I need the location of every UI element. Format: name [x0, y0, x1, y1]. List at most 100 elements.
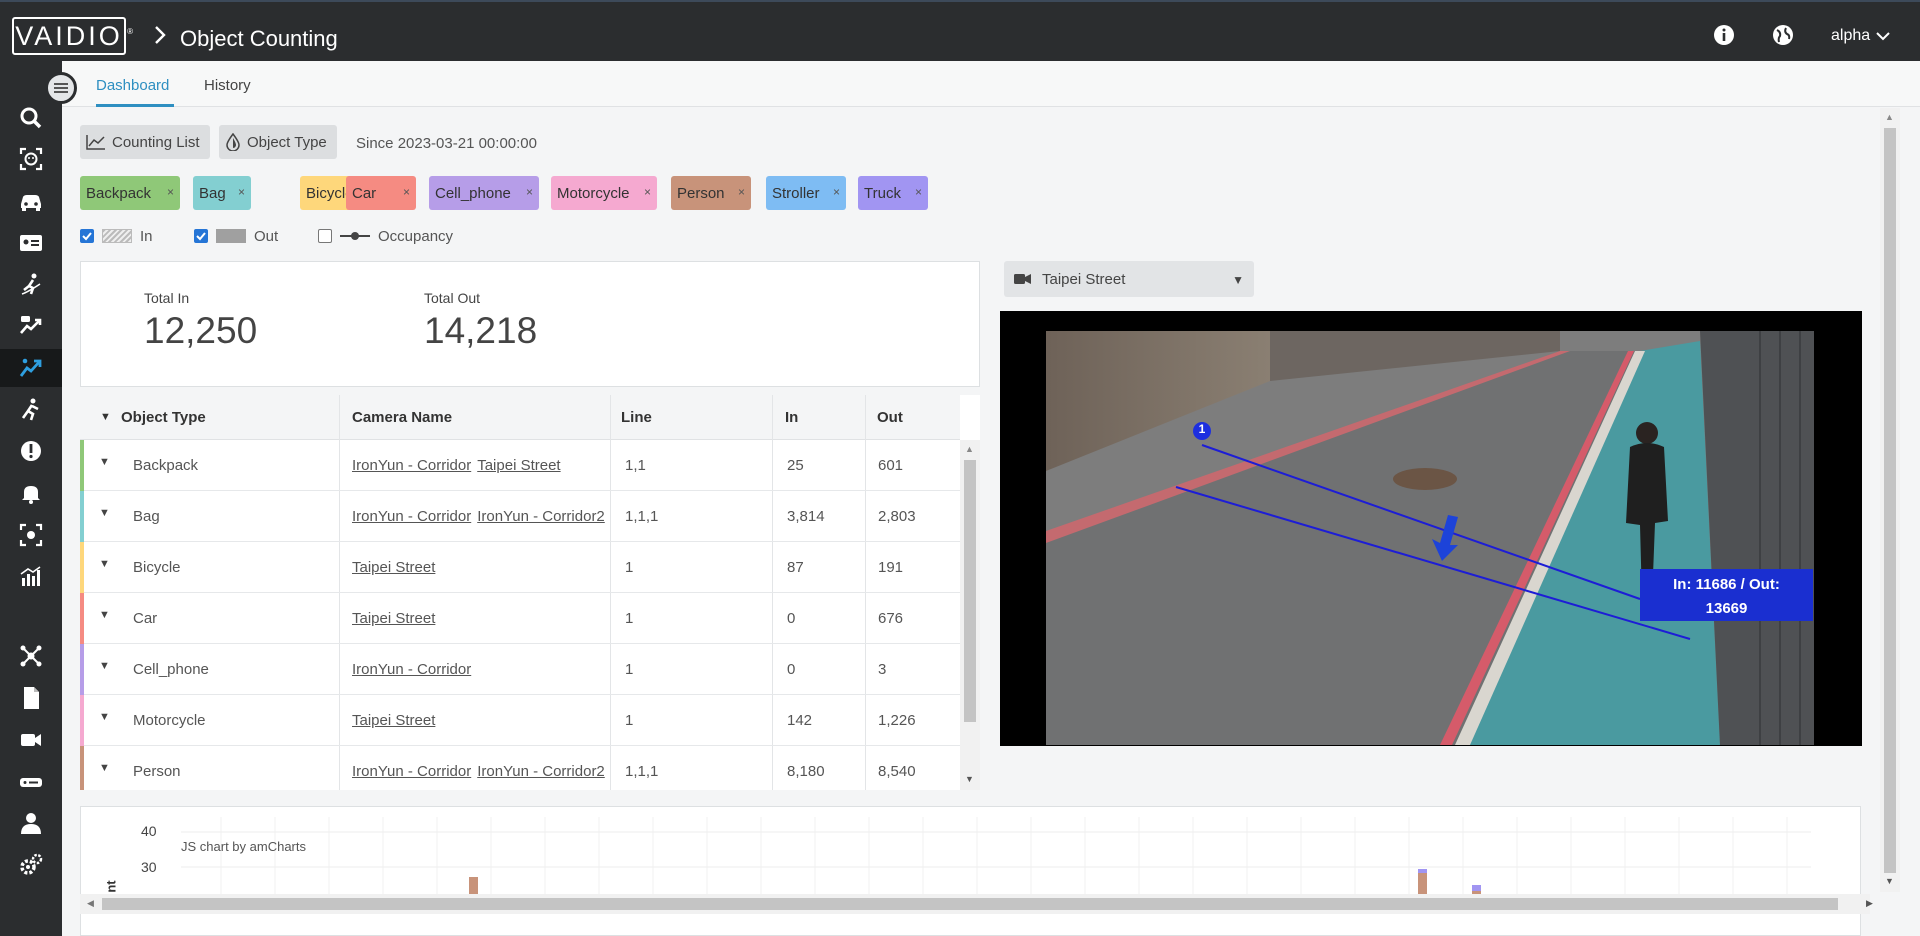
- chart-bar-truck[interactable]: [1418, 869, 1427, 873]
- sidebar-item-vehicle-counting[interactable]: [0, 307, 62, 345]
- filter-chip-truck[interactable]: Truck ×: [858, 176, 928, 210]
- filter-chip-backpack[interactable]: Backpack ×: [80, 176, 180, 210]
- camera-link[interactable]: IronYun - Corridor: [352, 763, 471, 780]
- table-row[interactable]: ▼ Bag IronYun - Corridor IronYun - Corridor…: [80, 491, 960, 542]
- remove-chip-icon[interactable]: ×: [167, 185, 174, 199]
- page-scrollbar[interactable]: ▲ ▼: [1880, 108, 1900, 892]
- camera-link[interactable]: Taipei Street: [352, 712, 435, 729]
- user-menu[interactable]: alpha: [1831, 27, 1890, 45]
- remove-chip-icon[interactable]: ×: [644, 185, 651, 199]
- sidebar-item-object-counting[interactable]: [0, 349, 62, 387]
- remove-chip-icon[interactable]: ×: [238, 185, 245, 199]
- sidebar-item-fall-detection[interactable]: [0, 391, 62, 429]
- sidebar-item-users[interactable]: [0, 804, 62, 842]
- legend-in[interactable]: In: [80, 226, 153, 246]
- sidebar-item-devices[interactable]: [0, 763, 62, 801]
- header-line[interactable]: Line: [621, 409, 652, 426]
- sidebar-item-settings[interactable]: [0, 846, 62, 884]
- tab-history[interactable]: History: [204, 77, 251, 94]
- table-row[interactable]: ▼ Motorcycle Taipei Street 1 142 1,226: [80, 695, 960, 746]
- legend-out[interactable]: Out: [194, 226, 278, 246]
- camera-link[interactable]: Taipei Street: [352, 610, 435, 627]
- camera-link[interactable]: IronYun - Corridor: [352, 661, 471, 678]
- vaidio-logo[interactable]: VAIDIO ®: [12, 17, 133, 55]
- sidebar-item-watchlist[interactable]: [0, 516, 62, 554]
- out-checkbox[interactable]: [194, 229, 208, 243]
- expand-row-caret[interactable]: ▼: [99, 660, 110, 672]
- in-checkbox[interactable]: [80, 229, 94, 243]
- collapse-all-caret[interactable]: ▼: [100, 411, 111, 423]
- sidebar-item-integrations[interactable]: [0, 637, 62, 675]
- expand-row-caret[interactable]: ▼: [99, 609, 110, 621]
- camera-select-value: Taipei Street: [1042, 270, 1126, 288]
- camera-video-feed[interactable]: 1 In: 11686 / Out: 13669: [1000, 311, 1862, 746]
- expand-row-caret[interactable]: ▼: [99, 711, 110, 723]
- header-camera-name[interactable]: Camera Name: [352, 409, 452, 426]
- expand-row-caret[interactable]: ▼: [99, 507, 110, 519]
- filter-chip-car[interactable]: Car ×: [346, 176, 416, 210]
- tab-dashboard[interactable]: Dashboard: [96, 77, 169, 94]
- alert-icon: [21, 441, 41, 461]
- info-icon[interactable]: [1713, 24, 1735, 46]
- table-scroll-thumb[interactable]: [964, 460, 976, 722]
- sidebar-item-notifications[interactable]: [0, 474, 62, 512]
- sidebar-item-search[interactable]: [0, 99, 62, 137]
- chart-bar-person[interactable]: [1418, 869, 1427, 897]
- filter-chip-stroller[interactable]: Stroller ×: [766, 176, 846, 210]
- table-row[interactable]: ▼ Backpack IronYun - Corridor Taipei Street…: [80, 440, 960, 491]
- table-row[interactable]: ▼ Car Taipei Street 1 0 676: [80, 593, 960, 644]
- table-scrollbar[interactable]: ▲ ▼: [960, 440, 980, 790]
- header-out[interactable]: Out: [877, 409, 903, 426]
- user-name: alpha: [1831, 27, 1871, 44]
- sidebar-item-reports[interactable]: [0, 558, 62, 596]
- remove-chip-icon[interactable]: ×: [915, 185, 922, 199]
- scroll-up-arrow[interactable]: ▲: [965, 444, 974, 454]
- remove-chip-icon[interactable]: ×: [833, 185, 840, 199]
- header-object-type[interactable]: Object Type: [121, 409, 206, 426]
- camera-link[interactable]: IronYun - Corridor: [352, 457, 471, 474]
- sidebar-item-vehicle[interactable]: [0, 182, 62, 220]
- counting-list-button[interactable]: Counting List: [80, 125, 210, 159]
- object-type-button[interactable]: Object Type: [219, 125, 337, 159]
- occupancy-checkbox[interactable]: [318, 229, 332, 243]
- expand-row-caret[interactable]: ▼: [99, 456, 110, 468]
- table-row[interactable]: ▼ Cell_phone IronYun - Corridor 1 0 3: [80, 644, 960, 695]
- remove-chip-icon[interactable]: ×: [526, 185, 533, 199]
- scroll-down-arrow[interactable]: ▼: [965, 774, 974, 784]
- scroll-right-arrow[interactable]: ▶: [1866, 898, 1873, 909]
- chart-horizontal-scrollbar[interactable]: ◀ ▶: [80, 894, 1873, 914]
- camera-select[interactable]: Taipei Street ▼: [1004, 261, 1254, 297]
- remove-chip-icon[interactable]: ×: [403, 185, 410, 199]
- chart-bar-truck[interactable]: [1472, 885, 1481, 891]
- sidebar-item-cameras[interactable]: [0, 721, 62, 759]
- filter-chip-bag[interactable]: Bag ×: [193, 176, 251, 210]
- sidebar-item-documents[interactable]: [0, 679, 62, 717]
- globe-icon[interactable]: [1772, 24, 1794, 46]
- remove-chip-icon[interactable]: ×: [738, 185, 745, 199]
- expand-row-caret[interactable]: ▼: [99, 558, 110, 570]
- table-row[interactable]: ▼ Person IronYun - Corridor IronYun - Corri…: [80, 746, 960, 790]
- expand-row-caret[interactable]: ▼: [99, 762, 110, 774]
- table-row[interactable]: ▼ Bicycle Taipei Street 1 87 191: [80, 542, 960, 593]
- sidebar-item-intrusion[interactable]: [0, 266, 62, 304]
- legend-occupancy[interactable]: Occupancy: [318, 226, 453, 246]
- camera-link[interactable]: IronYun - Corridor2: [477, 763, 605, 780]
- sidebar-item-face[interactable]: [0, 140, 62, 178]
- page-scroll-thumb[interactable]: [1884, 128, 1896, 873]
- page-scroll-up-arrow[interactable]: ▲: [1885, 112, 1894, 122]
- header-in[interactable]: In: [785, 409, 798, 426]
- sidebar-toggle-button[interactable]: [45, 72, 77, 104]
- scroll-left-arrow[interactable]: ◀: [87, 898, 94, 909]
- filter-chip-motorcycle[interactable]: Motorcycle ×: [551, 176, 657, 210]
- sidebar-item-id-card[interactable]: [0, 224, 62, 262]
- filter-chip-person[interactable]: Person ×: [671, 176, 751, 210]
- filter-chip-cell_phone[interactable]: Cell_phone ×: [429, 176, 539, 210]
- chart-scroll-thumb[interactable]: [102, 898, 1838, 910]
- camera-link[interactable]: IronYun - Corridor: [352, 508, 471, 525]
- camera-link[interactable]: IronYun - Corridor2: [477, 508, 605, 525]
- page-scroll-down-arrow[interactable]: ▼: [1885, 876, 1894, 886]
- tab-bar: Dashboard History: [62, 61, 1920, 107]
- camera-link[interactable]: Taipei Street: [477, 457, 560, 474]
- camera-link[interactable]: Taipei Street: [352, 559, 435, 576]
- sidebar-item-alerts[interactable]: [0, 432, 62, 470]
